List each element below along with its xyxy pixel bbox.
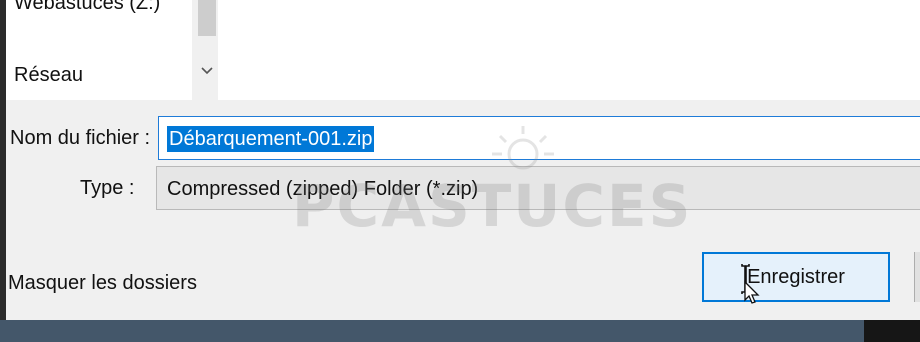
nav-scrollbar-thumb[interactable]: [198, 0, 216, 36]
nav-item-drive[interactable]: Webastuces (Z:): [14, 0, 160, 15]
save-dialog: Webastuces (Z:) Réseau Nom du fichier : …: [0, 0, 920, 342]
file-list-pane: [218, 0, 920, 100]
nav-item-network[interactable]: Réseau: [14, 64, 83, 87]
type-select-value: Compressed (zipped) Folder (*.zip): [167, 178, 479, 200]
scroll-down-icon[interactable]: [198, 62, 216, 80]
nav-item-drive-label: Webastuces (Z:): [14, 0, 161, 14]
type-label: Type :: [80, 177, 135, 199]
type-select[interactable]: Compressed (zipped) Folder (*.zip): [156, 166, 920, 210]
hide-folders-link[interactable]: Masquer les dossiers: [8, 272, 197, 295]
filename-input[interactable]: Débarquement-001.zip: [158, 116, 920, 160]
background-window-strip: [0, 320, 920, 342]
nav-item-network-label: Réseau: [14, 64, 83, 86]
navigation-pane: Webastuces (Z:) Réseau: [6, 0, 222, 100]
filename-selected-text: Débarquement-001.zip: [167, 126, 375, 152]
filename-label: Nom du fichier :: [10, 127, 151, 149]
cancel-button-edge[interactable]: [914, 252, 920, 302]
save-button[interactable]: Enregistrer: [702, 252, 890, 302]
background-dark-region: [864, 320, 920, 342]
